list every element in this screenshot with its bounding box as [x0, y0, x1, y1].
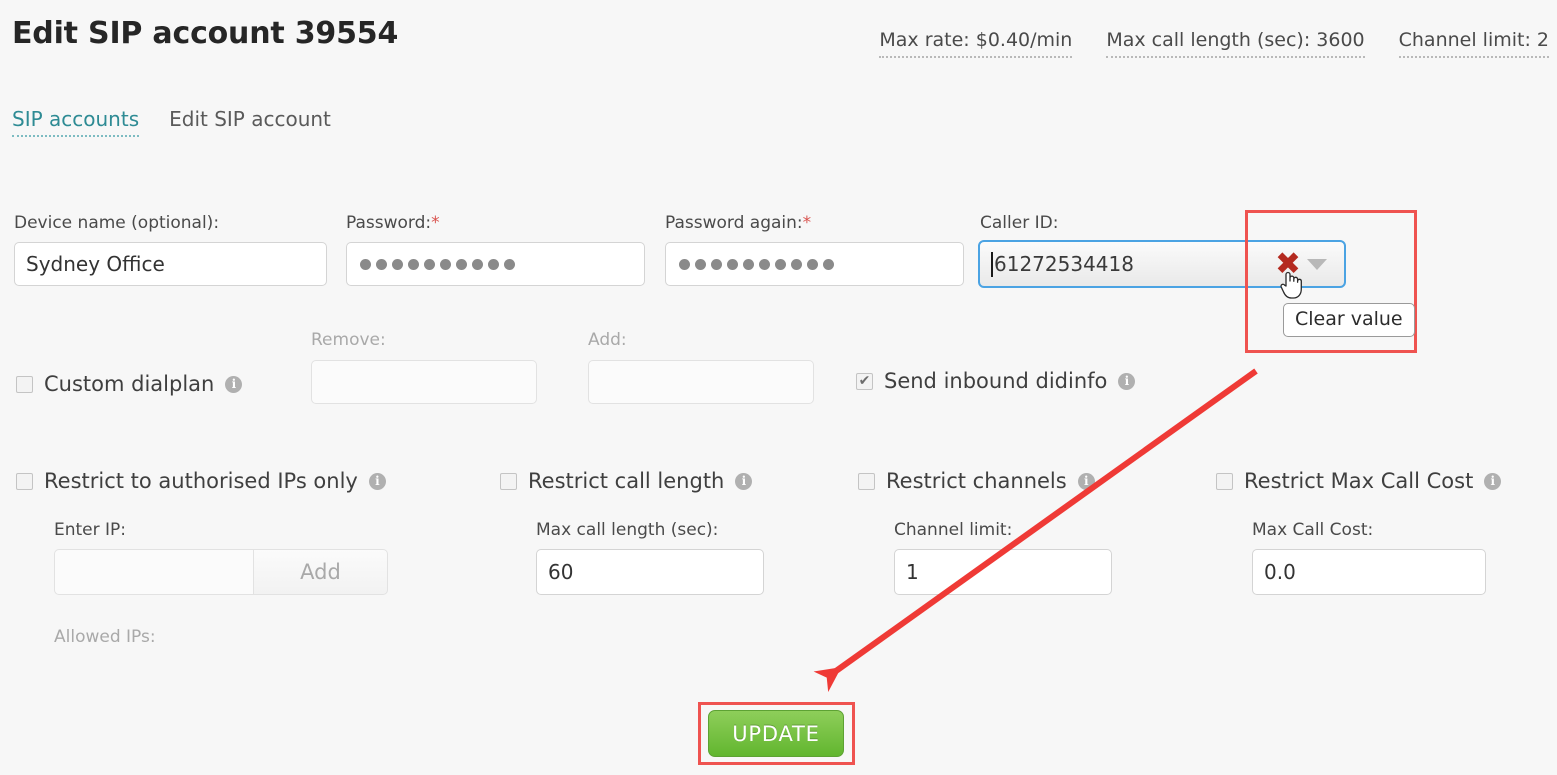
info-icon[interactable]: i	[1078, 473, 1095, 490]
password-again-label: Password again:*	[665, 213, 811, 233]
restrict-max-call-cost-label: Restrict Max Call Cost	[1244, 469, 1473, 493]
caller-id-label: Caller ID:	[980, 213, 1058, 233]
caller-id-value: 61272534418	[994, 252, 1134, 276]
password-masked-dots	[358, 243, 633, 285]
password-again-required-marker: *	[803, 213, 812, 233]
caller-id-input[interactable]: 61272534418	[980, 252, 1275, 277]
max-call-length-input[interactable]	[536, 549, 764, 595]
restrict-max-call-cost-checkbox[interactable]	[1216, 473, 1233, 490]
allowed-ips-label: Allowed IPs:	[54, 627, 156, 647]
device-name-label: Device name (optional):	[14, 213, 219, 233]
account-metrics: Max rate: $0.40/min Max call length (sec…	[879, 29, 1549, 58]
max-call-cost-input[interactable]	[1252, 549, 1486, 595]
restrict-channels-label: Restrict channels	[886, 469, 1067, 493]
breadcrumb-current-edit-sip-account: Edit SIP account	[169, 107, 331, 131]
password-again-label-text: Password again:	[665, 213, 803, 233]
send-inbound-didinfo-label: Send inbound didinfo	[884, 369, 1107, 393]
custom-dialplan-row: Custom dialplan i	[16, 372, 242, 396]
enter-ip-input[interactable]	[54, 549, 253, 595]
custom-dialplan-label: Custom dialplan	[44, 372, 214, 396]
dialplan-remove-input[interactable]	[311, 360, 537, 404]
enter-ip-input-group: Add	[54, 549, 388, 595]
text-caret	[991, 252, 993, 277]
channel-limit-input[interactable]	[894, 549, 1112, 595]
page-title: Edit SIP account 39554	[12, 16, 398, 51]
dialplan-remove-label: Remove:	[311, 330, 386, 350]
info-icon[interactable]: i	[225, 376, 242, 393]
restrict-call-length-row: Restrict call length i	[500, 469, 752, 493]
clear-value-tooltip: Clear value	[1283, 303, 1415, 337]
info-icon[interactable]: i	[1118, 373, 1135, 390]
add-ip-button[interactable]: Add	[253, 549, 388, 595]
caller-id-combobox[interactable]: 61272534418 ✖	[978, 240, 1346, 288]
restrict-channels-checkbox[interactable]	[858, 473, 875, 490]
clear-value-x-icon[interactable]: ✖	[1275, 249, 1301, 280]
chevron-down-icon[interactable]	[1307, 259, 1327, 270]
info-icon[interactable]: i	[735, 473, 752, 490]
channel-limit-label: Channel limit:	[894, 520, 1012, 540]
password-label: Password:*	[346, 213, 440, 233]
dialplan-add-input[interactable]	[588, 360, 814, 404]
enter-ip-label: Enter IP:	[54, 520, 126, 540]
password-required-marker: *	[431, 213, 440, 233]
password-again-masked-dots	[677, 243, 952, 285]
restrict-ips-checkbox[interactable]	[16, 473, 33, 490]
custom-dialplan-checkbox[interactable]	[16, 376, 33, 393]
restrict-ips-label: Restrict to authorised IPs only	[44, 469, 358, 493]
metric-max-rate[interactable]: Max rate: $0.40/min	[879, 29, 1072, 58]
restrict-call-length-checkbox[interactable]	[500, 473, 517, 490]
metric-channel-limit[interactable]: Channel limit: 2	[1399, 29, 1549, 58]
update-button[interactable]: UPDATE	[708, 710, 844, 757]
info-icon[interactable]: i	[369, 473, 386, 490]
info-icon[interactable]: i	[1484, 473, 1501, 490]
send-inbound-didinfo-checkbox[interactable]: ✔	[856, 373, 873, 390]
restrict-max-call-cost-row: Restrict Max Call Cost i	[1216, 469, 1501, 493]
max-call-cost-label: Max Call Cost:	[1252, 520, 1373, 540]
breadcrumb: SIP accounts Edit SIP account	[12, 107, 331, 137]
dialplan-add-label: Add:	[588, 330, 627, 350]
password-label-text: Password:	[346, 213, 431, 233]
restrict-call-length-label: Restrict call length	[528, 469, 724, 493]
breadcrumb-link-sip-accounts[interactable]: SIP accounts	[12, 107, 139, 137]
restrict-channels-row: Restrict channels i	[858, 469, 1095, 493]
max-call-length-label: Max call length (sec):	[536, 520, 718, 540]
metric-max-call-length[interactable]: Max call length (sec): 3600	[1106, 29, 1364, 58]
password-again-input[interactable]	[665, 242, 964, 286]
password-input[interactable]	[346, 242, 645, 286]
device-name-input[interactable]	[14, 242, 327, 286]
restrict-ips-row: Restrict to authorised IPs only i	[16, 469, 386, 493]
send-inbound-didinfo-row: ✔ Send inbound didinfo i	[856, 369, 1135, 393]
